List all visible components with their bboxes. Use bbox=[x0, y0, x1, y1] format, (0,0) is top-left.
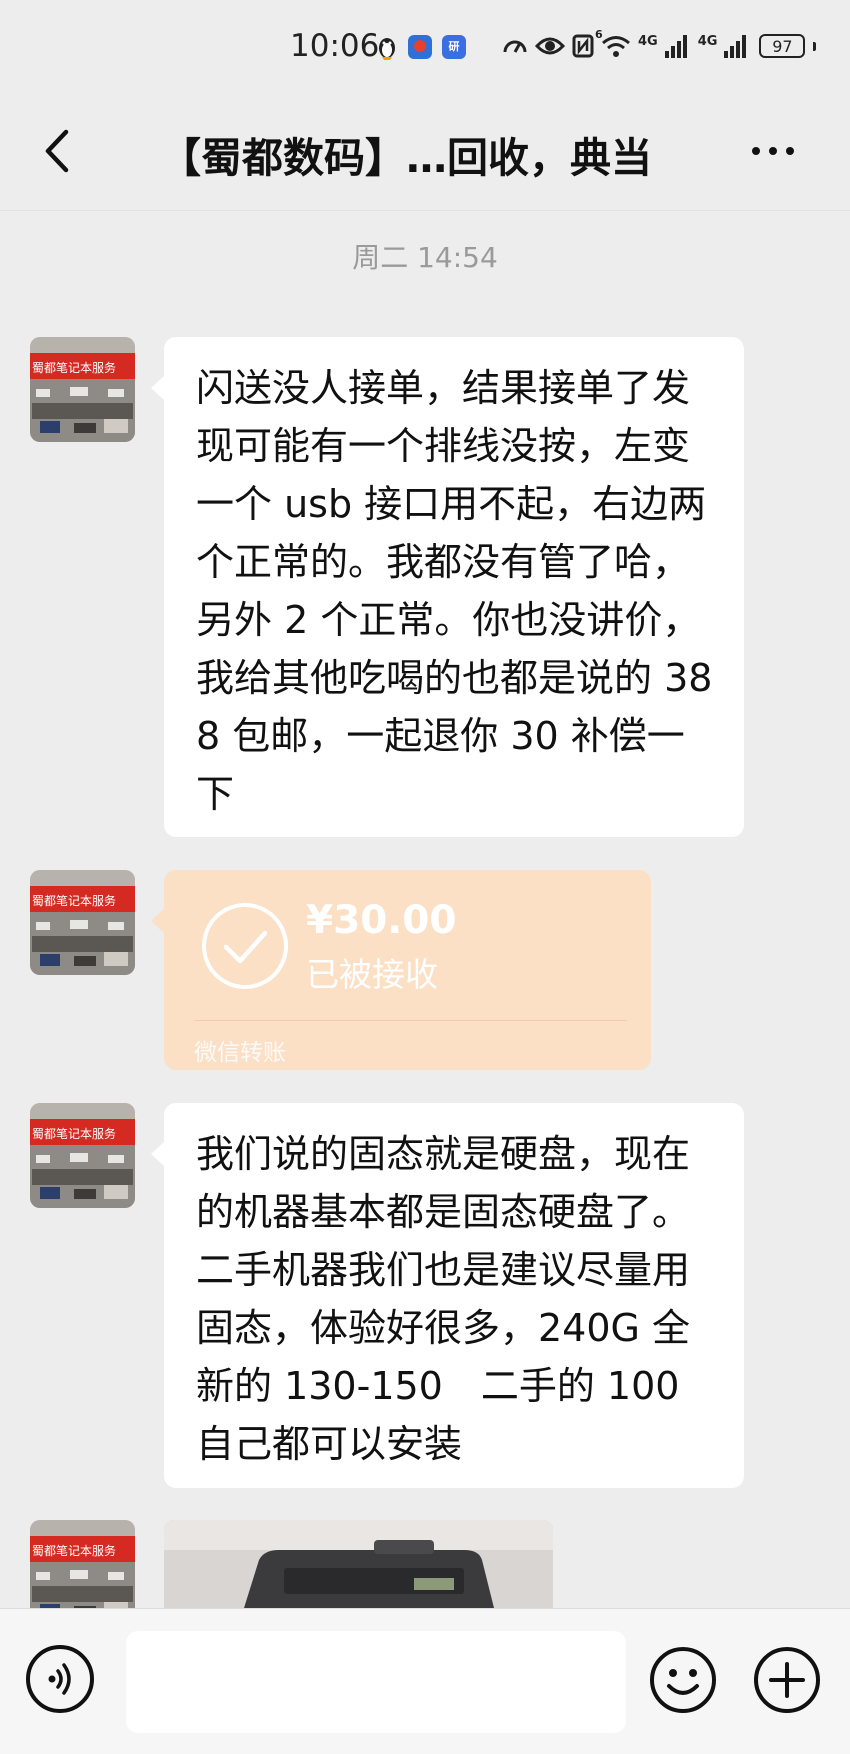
transfer-card[interactable]: ¥30.00 已被接收 微信转账 bbox=[151, 870, 651, 1070]
smiley-icon[interactable] bbox=[648, 1645, 718, 1715]
transfer-source: 微信转账 bbox=[194, 1040, 286, 1066]
app-notification-icon bbox=[408, 35, 432, 59]
message-input[interactable] bbox=[126, 1631, 626, 1733]
system-status-icons: 6 4G 4G 97 bbox=[502, 28, 817, 59]
avatar-banner-text: 蜀都笔记本服务 bbox=[32, 360, 116, 375]
plus-icon[interactable] bbox=[752, 1645, 822, 1715]
avatar[interactable]: 蜀都笔记本服务 bbox=[30, 337, 135, 442]
nfc-icon bbox=[572, 34, 594, 58]
avatar[interactable]: 蜀都笔记本服务 bbox=[30, 1103, 135, 1208]
transfer-divider bbox=[194, 1020, 627, 1021]
header-divider bbox=[0, 210, 850, 211]
avatar-banner-text: 蜀都笔记本服务 bbox=[32, 1543, 116, 1558]
shop-avatar-image: 蜀都笔记本服务 bbox=[30, 337, 135, 442]
app-notification-icon: 研 bbox=[442, 35, 466, 59]
chat-title: 【蜀都数码】…回收，典当 bbox=[160, 134, 652, 182]
check-circle-icon bbox=[202, 903, 288, 989]
wifi-generation-label: 6 bbox=[595, 28, 603, 41]
text-message-bubble[interactable]: 闪送没人接单，结果接单了发现可能有一个排线没按，左变一个 usb 接口用不起，右… bbox=[151, 337, 744, 837]
battery-level: 97 bbox=[772, 36, 793, 56]
notification-icons: 研 bbox=[376, 34, 466, 60]
battery-icon: 97 bbox=[759, 34, 806, 58]
laptop-photo bbox=[164, 1520, 553, 1608]
transfer-status: 已被接收 bbox=[306, 955, 438, 994]
avatar-banner-text: 蜀都笔记本服务 bbox=[32, 893, 116, 908]
eye-icon bbox=[535, 37, 565, 55]
wifi-icon: 6 bbox=[595, 28, 631, 58]
chevron-left-icon[interactable] bbox=[38, 126, 78, 176]
signal-icon bbox=[664, 34, 687, 58]
status-bar: 10:06 研 6 4G 4G 97 bbox=[0, 0, 850, 100]
net-type-label: 4G bbox=[697, 33, 718, 49]
text-message-bubble[interactable]: 我们说的固态就是硬盘，现在的机器基本都是固态硬盘了。二手机器我们也是建议尽量用固… bbox=[151, 1103, 744, 1488]
transfer-amount: ¥30.00 bbox=[306, 898, 457, 943]
shop-avatar-image: 蜀都笔记本服务 bbox=[30, 1103, 135, 1208]
message-timestamp: 周二 14:54 bbox=[352, 241, 498, 274]
avatar[interactable]: 蜀都笔记本服务 bbox=[30, 870, 135, 975]
speed-icon bbox=[503, 40, 527, 53]
avatar-banner-text: 蜀都笔记本服务 bbox=[32, 1126, 116, 1141]
signal-icon bbox=[724, 34, 747, 58]
shop-avatar-image: 蜀都笔记本服务 bbox=[30, 870, 135, 975]
net-type-label: 4G bbox=[638, 33, 658, 49]
penguin-app-icon bbox=[379, 38, 395, 60]
status-time: 10:06 bbox=[290, 28, 380, 64]
voice-icon[interactable] bbox=[26, 1645, 94, 1713]
image-message[interactable] bbox=[164, 1520, 553, 1608]
ellipsis-icon[interactable] bbox=[752, 147, 794, 155]
